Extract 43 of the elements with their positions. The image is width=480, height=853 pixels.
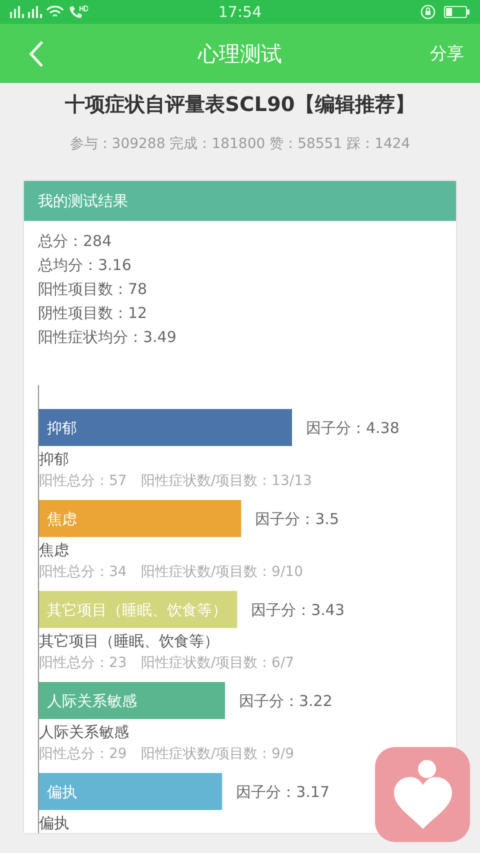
factor-name: 偏执 (39, 813, 70, 833)
bar-label: 人际关系敏感 (47, 692, 137, 710)
status-time: 17:54 (218, 3, 262, 21)
page-title: 心理测试 (196, 40, 283, 68)
summary-line: 阳性项目数：78 (38, 279, 148, 300)
test-stats: 参与：309288 完成：181800 赞：58551 踩：1424 (70, 135, 410, 153)
positive-total: 阳性总分：23 (39, 654, 127, 673)
bar-label: 偏执 (47, 783, 77, 801)
test-title: 十项症状自评量表SCL90【编辑推荐】 (65, 91, 415, 118)
summary-line: 阴性项目数：12 (38, 303, 148, 324)
phone-icon (68, 5, 88, 19)
back-chevron-icon (28, 40, 44, 68)
cellular-signal-icon (10, 6, 24, 18)
rotation-lock-icon (420, 4, 436, 20)
result-heading: 我的测试结果 (24, 181, 456, 221)
symptom-ratio: 阳性症状数/项目数：6/7 (140, 654, 294, 673)
positive-total: 阳性总分：57 (39, 472, 127, 491)
symptom-ratio: 阳性症状数/项目数：9/10 (140, 563, 303, 582)
summary-line: 总分：284 (38, 231, 113, 252)
factor-score: 因子分：3.5 (255, 510, 340, 528)
positive-total: 阳性总分：29 (39, 745, 127, 764)
symptom-ratio: 阳性症状数/项目数：13/13 (140, 472, 312, 491)
bar-label: 其它项目（睡眠、饮食等） (47, 601, 227, 619)
cellular-signal-icon (28, 6, 42, 18)
heart-person-icon (392, 758, 454, 830)
summary-line: 阳性症状均分：3.49 (38, 327, 178, 348)
bar-label: 焦虑 (47, 510, 77, 528)
factor-name: 人际关系敏感 (39, 722, 130, 742)
factor-score: 因子分：3.17 (236, 783, 330, 801)
battery-icon (444, 6, 470, 18)
factor-score: 因子分：3.43 (251, 601, 345, 619)
factor-name: 焦虑 (39, 540, 70, 560)
factor-name: 抑郁 (39, 449, 70, 469)
symptom-ratio: 阳性症状数/项目数：9/9 (140, 745, 294, 764)
factor-score: 因子分：3.22 (239, 692, 332, 710)
floating-heart-button[interactable] (375, 747, 470, 842)
summary-line: 总均分：3.16 (38, 255, 132, 276)
factor-name: 其它项目（睡眠、饮食等） (39, 631, 220, 651)
factor-score: 因子分：4.38 (306, 419, 400, 437)
share-button[interactable]: 分享 (430, 42, 464, 65)
bar-label: 抑郁 (47, 419, 77, 437)
positive-total: 阳性总分：34 (39, 563, 127, 582)
wifi-icon (46, 5, 64, 19)
